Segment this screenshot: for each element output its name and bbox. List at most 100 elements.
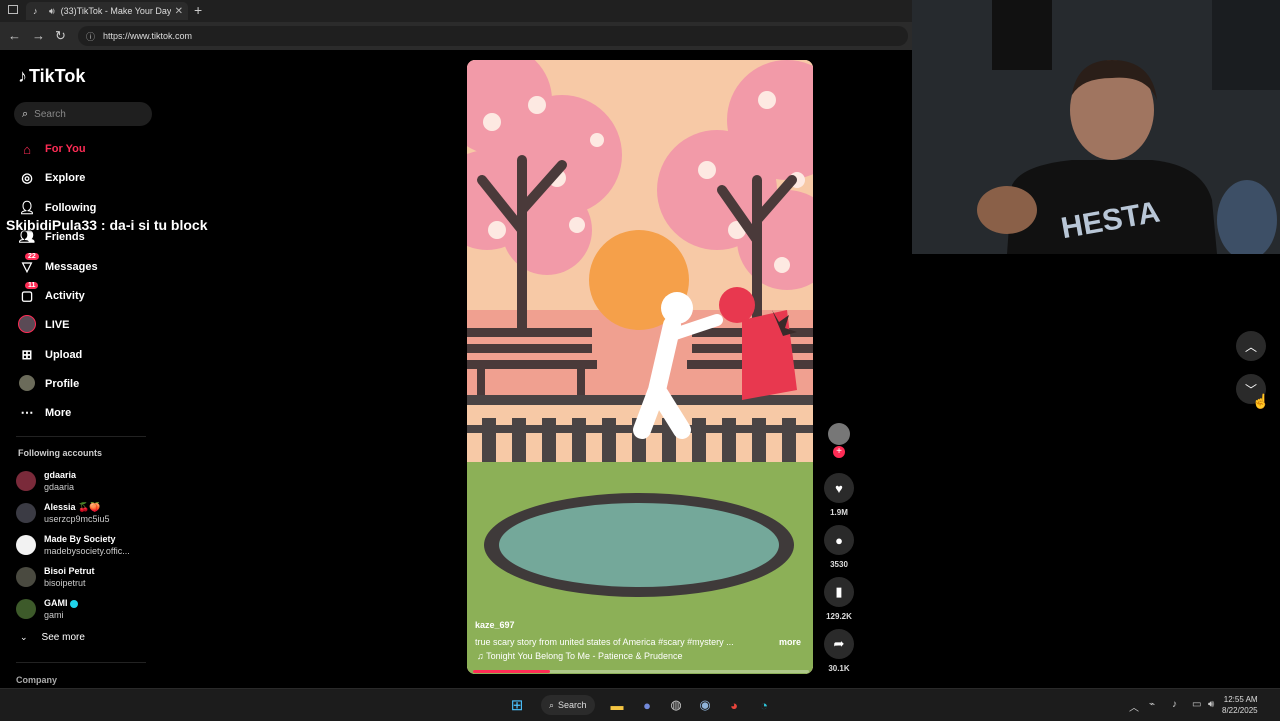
account-handle: gdaaria — [44, 482, 75, 492]
following-account[interactable]: Bisoi Petrut bisoipetrut — [16, 565, 95, 589]
forward-icon[interactable]: → — [32, 28, 45, 43]
discord-icon[interactable]: ● — [638, 696, 656, 714]
nav-messages[interactable]: ▽ 22 Messages — [18, 253, 98, 278]
mouse-cursor-icon: ☝ — [1252, 393, 1270, 409]
sidebar-divider — [16, 436, 146, 437]
account-handle: userzcp9mc5iu5 — [44, 514, 110, 524]
avatar — [16, 567, 36, 587]
nav-explore[interactable]: ◎ Explore — [18, 167, 85, 189]
save-count: 129.2K — [826, 612, 852, 621]
volume-icon[interactable]: 🔊︎ — [1208, 699, 1214, 710]
account-name: GAMI — [44, 598, 68, 608]
save-button[interactable]: ▮ 129.2K — [824, 577, 854, 621]
follow-plus-icon[interactable]: + — [833, 446, 845, 458]
nav-label: LIVE — [45, 319, 70, 331]
account-name: Alessia 🍒🍑 — [44, 502, 101, 512]
new-tab-button[interactable]: + — [194, 2, 202, 18]
edge-icon[interactable]: ◔ — [755, 696, 773, 714]
like-button[interactable]: ♥ 1.9M — [824, 473, 854, 517]
display-icon[interactable]: ▭ — [1192, 699, 1201, 710]
comment-count: 3530 — [830, 560, 848, 569]
compass-icon: ◎ — [21, 170, 33, 185]
chrome-icon[interactable]: ◕ — [725, 696, 743, 714]
following-accounts-title: Following accounts — [18, 448, 103, 458]
company-link[interactable]: Company — [16, 675, 57, 685]
taskbar-search-label: Search — [558, 700, 587, 710]
back-icon[interactable]: ← — [8, 28, 21, 43]
verified-icon — [70, 599, 79, 608]
following-account[interactable]: GAMI gami — [16, 597, 79, 621]
nav-more[interactable]: ⋯ More — [18, 402, 72, 424]
tiktok-favicon-icon: ♪ — [33, 6, 38, 16]
nav-label: Activity — [45, 290, 85, 302]
nav-for-you[interactable]: ⌂ For You — [18, 138, 86, 160]
url-input[interactable]: ⓘ https://www.tiktok.com — [78, 26, 908, 46]
live-icon — [18, 314, 36, 336]
app-icon[interactable]: ◍ — [667, 696, 685, 714]
nav-label: Explore — [45, 172, 86, 184]
browser-tab[interactable]: ♪ 🔊︎ (33)TikTok - Make Your Day ✕ — [26, 2, 188, 20]
system-clock[interactable]: 12:55 AM 8/22/2025 — [1222, 694, 1258, 716]
url-text: https://www.tiktok.com — [103, 31, 193, 41]
nav-label: For You — [45, 143, 86, 155]
creator-avatar[interactable] — [828, 423, 850, 445]
upload-icon: ⊞ — [21, 347, 33, 362]
account-name: Bisoi Petrut — [44, 566, 95, 576]
reload-icon[interactable]: ↻ — [55, 28, 66, 44]
description-more-button[interactable]: more — [779, 637, 801, 647]
following-account[interactable]: Alessia 🍒🍑 userzcp9mc5iu5 — [16, 501, 110, 525]
start-button[interactable]: ⊞ — [508, 696, 526, 714]
previous-video-button[interactable]: ︿ — [1236, 331, 1266, 361]
nav-live[interactable]: LIVE — [18, 314, 69, 336]
speaker-icon[interactable]: 🔊︎ — [49, 6, 55, 17]
more-icon: ⋯ — [20, 405, 34, 420]
sidebar-divider — [16, 662, 146, 663]
tray-chevron-up-icon[interactable]: ︿ — [1129, 699, 1139, 714]
search-input[interactable]: ⌕ Search — [14, 102, 152, 126]
taskbar-search[interactable]: ⌕ Search — [541, 695, 595, 715]
network-icon[interactable]: ⌁ — [1149, 699, 1155, 710]
following-account[interactable]: Made By Society madebysociety.offic... — [16, 533, 130, 557]
avatar — [16, 471, 36, 491]
address-bar-row: ← → ↻ ⓘ https://www.tiktok.com — [0, 22, 912, 50]
home-icon: ⌂ — [23, 141, 31, 157]
site-info-icon[interactable]: ⓘ — [86, 30, 95, 43]
nav-profile[interactable]: Profile — [18, 373, 79, 395]
see-more-button[interactable]: ⌄ See more — [20, 632, 85, 643]
share-button[interactable]: ➦ 30.1K — [824, 629, 854, 673]
tiktok-logo-icon: ♪ — [18, 66, 27, 86]
tiktok-logo[interactable]: ♪ TikTok — [18, 66, 85, 87]
music-note-icon: ♫ — [477, 651, 484, 661]
logo-text: TikTok — [29, 66, 86, 86]
account-name: gdaaria — [44, 470, 77, 480]
window-menu-icon[interactable] — [8, 5, 18, 14]
see-more-label: See more — [41, 632, 85, 643]
video-music[interactable]: ♫ Tonight You Belong To Me - Patience & … — [477, 651, 683, 661]
steam-icon[interactable]: ◉ — [696, 696, 714, 714]
music-title: Tonight You Belong To Me - Patience & Pr… — [486, 651, 683, 661]
windows-taskbar: ⊞ ⌕ Search ▬ ● ◍ ◉ ◕ ◔ ︿ ⌁ ♪ ▭ 🔊︎ 12:55 … — [0, 688, 1280, 721]
nav-following[interactable]: 👤︎ Following — [18, 197, 97, 219]
avatar — [16, 503, 36, 523]
video-progress-bar[interactable] — [473, 670, 809, 673]
following-account[interactable]: gdaaria gdaaria — [16, 469, 76, 493]
nav-label: Following — [45, 202, 97, 214]
webcam-overlay: HESTA — [912, 0, 1280, 254]
account-name: Made By Society — [44, 534, 116, 544]
close-tab-icon[interactable]: ✕ — [175, 6, 183, 17]
chevron-up-icon: ︿ — [1244, 339, 1257, 354]
user-follow-icon: 👤︎ — [18, 200, 36, 215]
comment-button[interactable]: ● 3530 — [824, 525, 854, 569]
share-count: 30.1K — [828, 664, 850, 673]
nav-activity[interactable]: ▢ 11 Activity — [18, 282, 85, 307]
microphone-icon[interactable]: ♪ — [1172, 699, 1177, 710]
nav-label: Upload — [45, 349, 83, 361]
search-icon: ⌕ — [22, 107, 29, 120]
nav-upload[interactable]: ⊞ Upload — [18, 344, 83, 366]
video-player[interactable] — [467, 60, 813, 674]
file-explorer-icon[interactable]: ▬ — [608, 696, 626, 714]
account-handle: madebysociety.offic... — [44, 546, 130, 556]
messages-icon: ▽ 22 — [18, 253, 39, 275]
clock-time: 12:55 AM — [1223, 695, 1258, 704]
video-author[interactable]: kaze_697 — [475, 620, 515, 630]
